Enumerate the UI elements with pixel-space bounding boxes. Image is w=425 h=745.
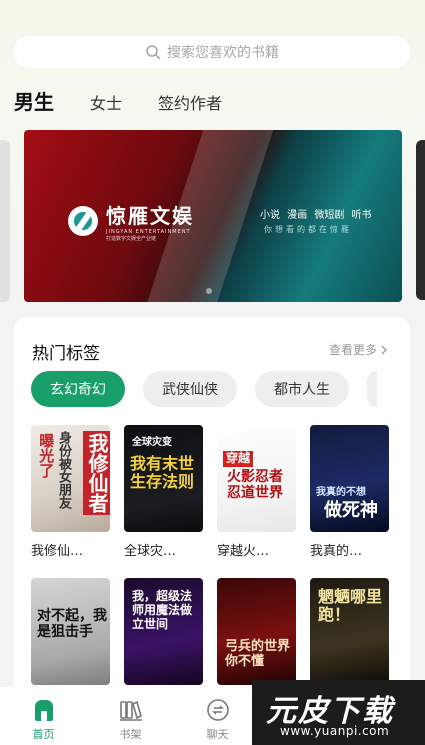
tag-pill[interactable]: 武侠仙侠 bbox=[143, 371, 237, 407]
home-icon bbox=[34, 700, 53, 721]
category-tabs: 男生 女士 签约作者 bbox=[14, 86, 258, 115]
nav-home-label: 首页 bbox=[32, 728, 55, 741]
book-row: 曝光了 身份被女朋友 我修仙者 我修仙… 全球灾变 我有末世生存法则 全球灾… … bbox=[31, 425, 389, 559]
book-row: 对不起，我是狙击手 我，超级法师用魔法做立世间 弓兵的世界你不懂 魍魉哪里跑！ bbox=[31, 578, 389, 685]
tag-pill[interactable]: 玄幻奇幻 bbox=[31, 371, 125, 407]
carousel-indicator bbox=[206, 288, 212, 294]
hot-tags-card: 热门标签 查看更多 玄幻奇幻 武侠仙侠 都市人生 曝光了 身份被女朋友 我修仙者… bbox=[14, 317, 410, 697]
tab-male[interactable]: 男生 bbox=[14, 86, 54, 115]
nav-home[interactable]: 首页 bbox=[0, 687, 87, 745]
nav-chat-label: 聊天 bbox=[206, 728, 229, 741]
search-bar[interactable]: 搜索您喜欢的书籍 bbox=[14, 36, 410, 68]
book-item[interactable]: 我，超级法师用魔法做立世间 bbox=[124, 578, 203, 685]
book-item[interactable]: 对不起，我是狙击手 bbox=[31, 578, 110, 685]
brand-subtitle: 打造数字文娱全产业链 bbox=[106, 236, 157, 242]
search-icon bbox=[146, 45, 161, 60]
banner-genres: 小说 漫画 微短剧 听书 bbox=[260, 210, 372, 221]
book-cover: 弓兵的世界你不懂 bbox=[217, 578, 296, 685]
book-title: 我修仙… bbox=[31, 544, 84, 559]
brand-logo-icon bbox=[68, 206, 98, 236]
watermark: 元皮下载 www.yuanpi.com bbox=[252, 680, 425, 745]
tag-list: 玄幻奇幻 武侠仙侠 都市人生 bbox=[31, 371, 377, 407]
book-cover: 对不起，我是狙击手 bbox=[31, 578, 110, 685]
book-item[interactable]: 我真的不想 做死神 我真的… bbox=[310, 425, 389, 559]
book-cover: 曝光了 身份被女朋友 我修仙者 bbox=[31, 425, 110, 532]
book-item[interactable]: 全球灾变 我有末世生存法则 全球灾… bbox=[124, 425, 203, 559]
book-cover: 我，超级法师用魔法做立世间 bbox=[124, 578, 203, 685]
nav-bookshelf-label: 书架 bbox=[119, 728, 142, 741]
tag-pill[interactable]: 都市人生 bbox=[255, 371, 349, 407]
book-item[interactable]: 穿越 火影忍者忍道世界 穿越火… bbox=[217, 425, 296, 559]
book-cover: 魍魉哪里跑！ bbox=[310, 578, 389, 685]
brand-name: 惊雁文娱 bbox=[106, 204, 194, 228]
tag-pill-partial[interactable] bbox=[367, 371, 377, 407]
book-item[interactable]: 弓兵的世界你不懂 bbox=[217, 578, 296, 685]
nav-bookshelf[interactable]: 书架 bbox=[87, 687, 174, 745]
tab-signed-authors[interactable]: 签约作者 bbox=[158, 90, 222, 114]
book-title: 我真的… bbox=[310, 544, 363, 559]
watermark-url: www.yuanpi.com bbox=[280, 724, 390, 738]
search-placeholder: 搜索您喜欢的书籍 bbox=[167, 45, 279, 61]
book-cover: 穿越 火影忍者忍道世界 bbox=[217, 425, 296, 532]
promo-banner[interactable]: 惊雁文娱 JINGYAN ENTERTAINMENT 打造数字文娱全产业链 小说… bbox=[24, 130, 402, 302]
book-cover: 我真的不想 做死神 bbox=[310, 425, 389, 532]
book-title: 全球灾… bbox=[124, 544, 177, 559]
prev-banner-peek bbox=[0, 140, 10, 302]
next-banner-peek bbox=[416, 140, 425, 300]
chat-icon bbox=[206, 699, 229, 721]
tab-female[interactable]: 女士 bbox=[90, 90, 122, 114]
book-title: 穿越火… bbox=[217, 544, 270, 559]
banner-slogan: 你想看的都在惊雁 bbox=[264, 225, 352, 234]
book-item[interactable]: 曝光了 身份被女朋友 我修仙者 我修仙… bbox=[31, 425, 110, 559]
nav-chat[interactable]: 聊天 bbox=[174, 687, 261, 745]
book-cover: 全球灾变 我有末世生存法则 bbox=[124, 425, 203, 532]
brand-logo: 惊雁文娱 JINGYAN ENTERTAINMENT 打造数字文娱全产业链 bbox=[68, 200, 194, 242]
see-more-link[interactable]: 查看更多 bbox=[329, 341, 388, 358]
chevron-right-icon bbox=[381, 345, 387, 354]
bookshelf-icon bbox=[119, 700, 142, 721]
section-title: 热门标签 bbox=[32, 344, 100, 364]
book-item[interactable]: 魍魉哪里跑！ bbox=[310, 578, 389, 685]
